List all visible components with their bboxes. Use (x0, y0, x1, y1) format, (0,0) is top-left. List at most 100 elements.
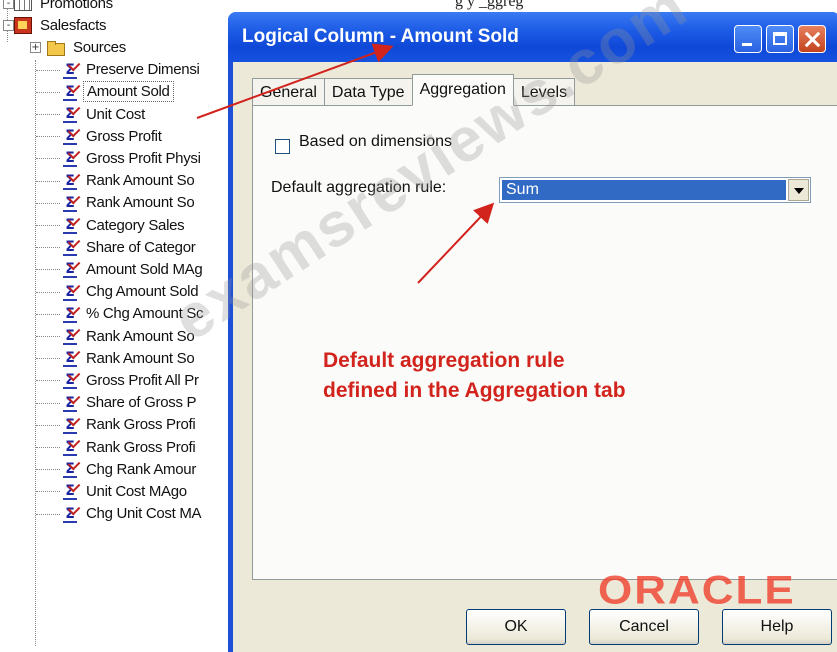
logical-column-icon: Σ (62, 235, 81, 257)
logical-column-icon: Σ (62, 480, 81, 501)
tree-item-column[interactable]: Σ Gross Profit (62, 124, 165, 147)
tree-connector (36, 491, 60, 493)
logical-column-icon: Σ (62, 258, 81, 279)
annotation-line-2: defined in the Aggregation tab (323, 379, 626, 402)
tree-item-column[interactable]: Σ Unit Cost MAgo (62, 480, 190, 502)
tree-item-column[interactable]: Σ Rank Amount So (62, 346, 197, 369)
tree-connector (36, 313, 60, 315)
annotation-line-1: Default aggregation rule (323, 349, 565, 372)
dialog-titlebar[interactable]: Logical Column - Amount Sold (228, 12, 837, 62)
folder-icon (47, 40, 65, 56)
tree-connector (36, 402, 60, 404)
cancel-button[interactable]: Cancel (589, 609, 699, 645)
tree-item-label: Chg Rank Amour (86, 460, 197, 478)
tree-item-column[interactable]: Σ Chg Rank Amour (62, 457, 199, 480)
tree-item-column[interactable]: Σ Gross Profit Physi (62, 147, 204, 169)
ok-button[interactable]: OK (466, 609, 566, 645)
logical-column-icon: Σ (62, 435, 81, 456)
tree-item-label: Salesfacts (40, 16, 107, 34)
tree-connector (36, 202, 60, 204)
tree-item-column[interactable]: Σ Chg Unit Cost MA (62, 502, 204, 525)
tab-aggregation[interactable]: Aggregation (411, 74, 514, 106)
tree-item-column[interactable]: Σ Amount Sold (62, 80, 174, 103)
tree-item-column[interactable]: Σ Rank Amount So (62, 324, 197, 347)
tree-item-label: Rank Amount So (86, 349, 195, 367)
tree-connector (36, 180, 60, 182)
tree-item-column[interactable]: Σ Rank Amount So (62, 191, 197, 214)
tree-item-label: Chg Amount Sold (86, 283, 199, 301)
tree-connector (36, 114, 60, 115)
tree-item[interactable]: Promotions (14, 0, 116, 14)
tree-connector (36, 469, 60, 471)
table-icon (14, 0, 32, 11)
logical-column-icon: Σ (62, 124, 81, 146)
tree-item-column[interactable]: Σ % Chg Amount Sc (62, 302, 206, 325)
expand-collapse-icon[interactable]: - (3, 0, 14, 9)
tree-item-column[interactable]: Σ Rank Gross Profi (62, 413, 198, 436)
tree-item-label: Category Sales (86, 216, 185, 234)
tree-item-label: Gross Profit (86, 127, 162, 145)
tree-item-column[interactable]: Σ Category Sales (62, 213, 187, 236)
default-aggregation-label: Default aggregation rule: (271, 179, 447, 196)
tree-connector (36, 225, 60, 226)
tab-data-type[interactable]: Data Type (323, 78, 413, 106)
tree-connector (36, 158, 60, 160)
tab-levels[interactable]: Levels (512, 78, 576, 106)
tree-item-label: Promotions (40, 0, 113, 12)
expand-collapse-icon[interactable]: + (30, 42, 41, 54)
tree-item[interactable]: Salesfacts (14, 14, 109, 36)
tab-strip: General Data Type Aggregation Levels (252, 74, 576, 106)
help-button[interactable]: Help (722, 609, 832, 645)
tree-item-column[interactable]: Σ Preserve Dimensi (62, 58, 203, 81)
logical-column-icon: Σ (62, 457, 81, 479)
tree-item-label: Unit Cost MAgo (86, 482, 187, 500)
tree-item-label: Rank Amount So (86, 194, 195, 212)
tree-item-column[interactable]: Σ Gross Profit All Pr (62, 369, 202, 391)
tab-general[interactable]: General (252, 78, 325, 106)
logical-column-icon: Σ (62, 369, 81, 390)
tree-item-label: Rank Gross Profi (86, 416, 196, 434)
tree-item-label: Rank Amount So (86, 327, 195, 345)
dialog-client-area: General Data Type Aggregation Levels Bas… (233, 62, 837, 652)
tree-item-label: Chg Unit Cost MA (86, 505, 202, 523)
tree-item-label: % Chg Amount Sc (86, 305, 204, 323)
tree-connector (36, 358, 60, 360)
close-button[interactable] (798, 25, 826, 53)
aggregation-panel: Based on dimensions Default aggregation … (252, 105, 837, 613)
tree-connector (36, 424, 60, 426)
annotation-callout: Default aggregation rule defined in the … (323, 346, 626, 406)
chevron-down-icon[interactable] (788, 179, 809, 201)
logical-column-icon: Σ (62, 502, 81, 523)
tree-item-column[interactable]: Σ Chg Amount Sold (62, 280, 201, 303)
dialog-title: Logical Column - Amount Sold (242, 26, 519, 47)
based-on-dimensions-label[interactable]: Based on dimensions (299, 133, 452, 151)
tree-connector (36, 513, 60, 515)
tree-item-column[interactable]: Σ Rank Gross Profi (62, 435, 198, 458)
logical-column-icon: Σ (62, 80, 81, 101)
tree-item[interactable]: Sources (47, 36, 129, 58)
tree-item-label: Gross Profit Physi (86, 149, 201, 167)
tree-item-column[interactable]: Σ Unit Cost (62, 102, 148, 125)
tree-connector (36, 336, 60, 337)
tree-connector (36, 136, 60, 138)
tree-item-column[interactable]: Σ Share of Categor (62, 235, 198, 258)
tree-item-label: Gross Profit All Pr (86, 371, 199, 389)
logical-column-icon: Σ (62, 213, 81, 234)
tree-item-label: Unit Cost (86, 105, 145, 123)
tree-item-column[interactable]: Σ Amount Sold MAg (62, 258, 205, 280)
tree-connector (36, 247, 60, 249)
tree-view[interactable]: - Promotions - Salesfacts + Sources Σ Preserve … (0, 0, 240, 646)
tree-item-column[interactable]: Σ Rank Amount So (62, 169, 197, 192)
logical-column-icon: Σ (62, 191, 81, 212)
minimize-button[interactable] (734, 25, 762, 53)
logical-column-icon: Σ (62, 169, 81, 190)
fact-table-icon (14, 16, 32, 34)
tree-item-label: Sources (73, 38, 126, 56)
expand-collapse-icon[interactable]: - (3, 20, 14, 32)
default-aggregation-select[interactable]: Sum (499, 177, 811, 203)
based-on-dimensions-checkbox[interactable] (275, 139, 290, 154)
maximize-button[interactable] (766, 25, 794, 53)
tree-item-label: Share of Gross P (86, 394, 197, 412)
tree-item-label: Amount Sold MAg (86, 260, 203, 278)
tree-item-column[interactable]: Σ Share of Gross P (62, 391, 199, 414)
